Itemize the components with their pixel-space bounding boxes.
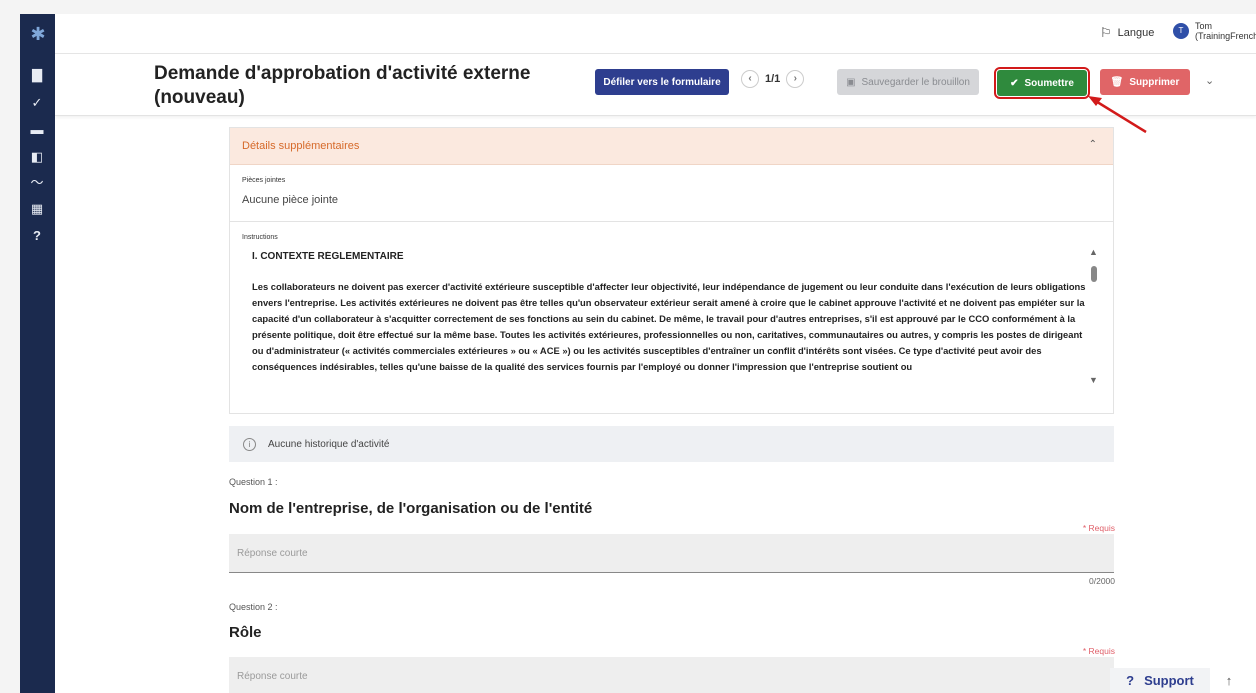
user-name: Tom (TrainingFrench — [1195, 21, 1256, 41]
avatar: T — [1173, 23, 1189, 39]
chevron-up-icon[interactable]: ⌃ — [1089, 139, 1097, 150]
flag-icon: ⚐ — [1100, 25, 1112, 40]
help-icon[interactable]: ? — [28, 227, 46, 245]
info-icon: i — [243, 437, 256, 451]
screen-margin-left — [0, 0, 20, 693]
scroll-down-icon[interactable]: ▼ — [1089, 375, 1098, 385]
building-icon[interactable]: ▦ — [28, 200, 46, 218]
submit-label: Soumettre — [1024, 77, 1074, 89]
user-menu[interactable]: T Tom (TrainingFrench — [1173, 21, 1256, 41]
activity-history-text: Aucune historique d'activité — [268, 438, 390, 450]
details-section-title: Détails supplémentaires — [242, 140, 360, 152]
language-label: Langue — [1117, 27, 1155, 39]
attachments-label: Pièces jointes — [242, 177, 286, 184]
scroll-up-icon[interactable]: ▲ — [1089, 247, 1098, 257]
arrow-up-icon[interactable]: ↑ — [1214, 668, 1244, 693]
top-bar: ⚐ Langue T Tom (TrainingFrench — [55, 14, 1256, 54]
chevron-down-icon[interactable]: ⌄ — [1205, 74, 1214, 87]
required-label: * Requis — [1082, 646, 1115, 656]
screen-margin-top — [0, 0, 1256, 14]
company-name-input[interactable] — [229, 534, 1114, 573]
instructions-heading: I. CONTEXTE RÉGLEMENTAIRE — [252, 251, 404, 262]
attachments-field: Pièces jointes Aucune pièce jointe — [230, 165, 1113, 222]
activity-history-notice: i Aucune historique d'activité — [229, 426, 1114, 462]
instructions-scroll-area[interactable]: I. CONTEXTE RÉGLEMENTAIRE Les collaborat… — [252, 251, 1092, 403]
question-number: Question 2 : — [229, 602, 278, 612]
next-page-icon[interactable]: › — [786, 70, 805, 88]
scroll-to-form-button[interactable]: Défiler vers le formulaire — [595, 69, 729, 95]
floppy-disk-icon: ▣ — [846, 76, 856, 88]
pager: ‹ 1/1 › — [741, 70, 805, 88]
trash-icon: 🗑 — [1110, 76, 1124, 88]
support-button[interactable]: ? Support — [1110, 668, 1210, 693]
details-section-header[interactable]: Détails supplémentaires ⌃ — [230, 128, 1113, 165]
instructions-field: Instructions I. CONTEXTE RÉGLEMENTAIRE L… — [230, 222, 1113, 415]
library-icon[interactable]: ◧ — [28, 148, 46, 166]
attachments-value: Aucune pièce jointe — [242, 194, 339, 206]
details-section: Détails supplémentaires ⌃ Pièces jointes… — [229, 127, 1114, 414]
user-org-name: (TrainingFrench — [1195, 31, 1256, 41]
app-window: ✱ ▇ ✓ ▬ ◧ 〜 ▦ ? ⚐ Langue T Tom (Training… — [0, 0, 1256, 693]
previous-page-icon[interactable]: ‹ — [741, 70, 759, 88]
character-counter: 0/2000 — [1089, 576, 1115, 586]
app-logo-icon[interactable]: ✱ — [28, 24, 48, 44]
instructions-text: Les collaborateurs ne doivent pas exerce… — [252, 281, 1086, 372]
question-number: Question 1 : — [229, 477, 278, 487]
chat-icon[interactable]: ▬ — [28, 121, 46, 139]
role-input[interactable] — [229, 657, 1114, 693]
language-selector[interactable]: ⚐ Langue — [1100, 25, 1154, 41]
submit-button[interactable]: ✔ Soumettre — [994, 67, 1090, 99]
question-mark-icon: ? — [1126, 673, 1135, 688]
check-circle-icon: ✔ — [1010, 77, 1019, 89]
dashboard-icon[interactable]: ▇ — [28, 66, 46, 84]
scrollbar-thumb[interactable] — [1091, 266, 1097, 282]
instructions-label: Instructions — [242, 234, 278, 241]
question-title: Rôle — [229, 624, 262, 641]
question-title: Nom de l'entreprise, de l'organisation o… — [229, 500, 593, 517]
save-draft-label: Sauvegarder le brouillon — [861, 76, 970, 88]
page-header: Demande d'approbation d'activité externe… — [55, 54, 1256, 116]
trend-icon[interactable]: 〜 — [28, 174, 46, 192]
user-first-name: Tom — [1195, 21, 1213, 31]
sidebar: ✱ ▇ ✓ ▬ ◧ 〜 ▦ ? — [20, 14, 55, 693]
required-label: * Requis — [1082, 523, 1115, 533]
page-title: Demande d'approbation d'activité externe… — [154, 63, 531, 108]
pager-label: 1/1 — [765, 73, 781, 85]
support-label: Support — [1144, 673, 1194, 688]
save-draft-button[interactable]: ▣ Sauvegarder le brouillon — [837, 69, 979, 95]
check-circle-icon[interactable]: ✓ — [28, 94, 46, 112]
delete-label: Supprimer — [1129, 76, 1180, 88]
